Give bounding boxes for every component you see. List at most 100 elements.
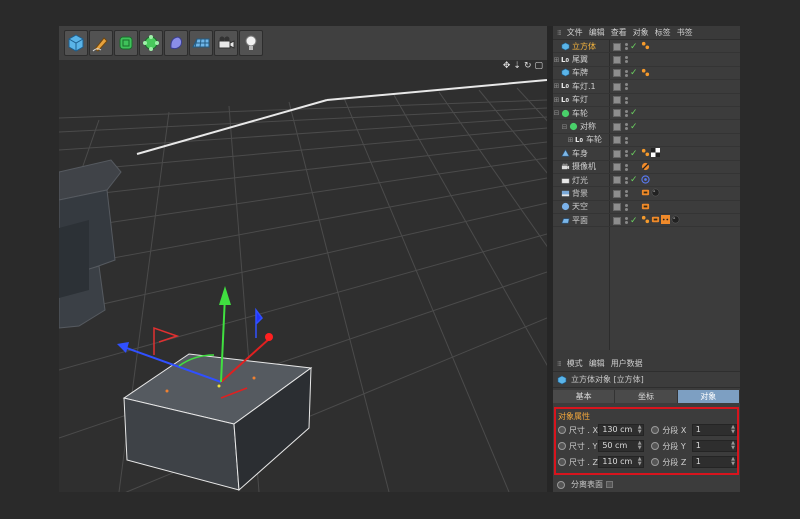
visibility-dots[interactable] [623,163,629,171]
seg-z-field[interactable]: 1 ▲ ▼ [691,456,737,468]
object-name[interactable]: 车灯 [572,94,610,105]
seg-x-anim-toggle[interactable] [651,426,660,434]
layer-checkbox[interactable] [613,176,621,185]
separate-checkbox[interactable] [606,481,613,488]
object-row[interactable]: ⊟ 车轮 ✓ [553,107,740,121]
rotate-view-icon[interactable]: ↻ [524,61,532,71]
pen-icon[interactable] [89,30,113,56]
expand-toggle-icon[interactable]: ⊟ [553,109,560,117]
menu-view[interactable]: 查看 [611,27,627,38]
object-row[interactable]: 背景 [553,187,740,201]
object-row[interactable]: 车牌 ✓ [553,67,740,81]
render-tag-icon[interactable] [641,202,650,213]
visibility-dots[interactable] [623,123,629,131]
render-tag-icon[interactable] [641,188,650,199]
enable-check-icon[interactable]: ✓ [630,175,639,185]
visibility-dots[interactable] [623,136,629,144]
separate-anim-toggle[interactable] [557,480,565,489]
enable-check-icon[interactable]: ✓ [630,68,639,78]
checker-tag-icon[interactable] [651,148,660,159]
object-row[interactable]: ⊟ 对称 ✓ [553,120,740,134]
camera-icon[interactable] [214,30,238,56]
menu-user-data[interactable]: 用户数据 [611,358,643,369]
enable-check-icon[interactable]: ✓ [630,149,639,159]
expand-toggle-icon[interactable]: ⊞ [553,56,560,64]
object-name[interactable]: 车牌 [572,67,610,78]
size-y-field[interactable]: 50 cm ▲ ▼ [598,440,644,452]
enable-check-icon[interactable]: ✓ [630,108,639,118]
layer-checkbox[interactable] [613,216,621,225]
enable-check-icon[interactable]: ✓ [630,122,639,132]
object-row[interactable]: ⊞ L0 车轮 [553,134,740,148]
layer-checkbox[interactable] [613,82,621,91]
grip-icon[interactable]: ⁞⁞⁞ [557,360,562,368]
visibility-dots[interactable] [623,109,629,117]
layer-checkbox[interactable] [613,69,621,78]
layer-checkbox[interactable] [613,122,621,131]
tab-basic[interactable]: 基本 [553,390,616,403]
expand-toggle-icon[interactable]: ⊞ [553,82,560,90]
seg-z-anim-toggle[interactable] [651,458,660,466]
sphere-dark-tag-icon[interactable] [651,188,660,199]
object-row[interactable]: ⊞ L0 车灯.1 [553,80,740,94]
menu-edit[interactable]: 编辑 [589,358,605,369]
menu-bookmarks[interactable]: 书签 [677,27,693,38]
floor-icon[interactable] [189,30,213,56]
layer-checkbox[interactable] [613,149,621,158]
move-view-icon[interactable]: ✥ [503,61,511,71]
tab-coord[interactable]: 坐标 [615,390,678,403]
size-z-field[interactable]: 110 cm ▲ ▼ [598,456,644,468]
cube-icon[interactable] [64,30,88,56]
object-row[interactable]: 平面 ✓ [553,214,740,228]
grip-icon[interactable]: ⁞⁞⁞ [557,29,562,37]
maximize-view-icon[interactable]: ▢ [534,61,543,71]
object-name[interactable]: 平面 [572,215,610,226]
object-row[interactable]: 摄像机 [553,161,740,174]
visibility-dots[interactable] [623,217,629,225]
object-name[interactable]: 尾翼 [572,54,610,65]
menu-mode[interactable]: 模式 [567,358,583,369]
object-name[interactable]: 立方体 [572,41,610,52]
layer-checkbox[interactable] [613,96,621,105]
object-row[interactable]: 立方体 ✓ [553,40,740,54]
object-name[interactable]: 摄像机 [572,161,610,172]
phong-tag-icon[interactable] [641,215,650,226]
visibility-dots[interactable] [623,56,629,64]
array-icon[interactable] [139,30,163,56]
object-row[interactable]: ⊞ L0 尾翼 [553,53,740,67]
tab-object[interactable]: 对象 [677,390,740,403]
object-row[interactable]: 车身 ✓ [553,147,740,161]
layer-checkbox[interactable] [613,109,621,118]
object-row[interactable]: 天空 [553,201,740,215]
visibility-dots[interactable] [623,69,629,77]
visibility-dots[interactable] [623,83,629,91]
size-x-field[interactable]: 130 cm ▲ ▼ [598,424,644,436]
size-z-anim-toggle[interactable] [558,458,566,466]
layer-checkbox[interactable] [613,55,621,64]
seg-y-anim-toggle[interactable] [651,442,660,450]
visibility-dots[interactable] [623,150,629,158]
object-name[interactable]: 天空 [572,201,610,212]
layer-checkbox[interactable] [613,189,621,198]
seg-y-field[interactable]: 1 ▲ ▼ [691,440,737,452]
object-name[interactable]: 车轮 [572,108,610,119]
light-icon[interactable] [239,30,263,56]
expand-toggle-icon[interactable]: ⊞ [553,96,560,104]
menu-tags[interactable]: 标签 [655,27,671,38]
phong-tag-icon[interactable] [641,41,650,52]
object-name[interactable]: 车灯.1 [572,81,610,92]
object-row[interactable]: 灯光 ✓ [553,174,740,188]
visibility-dots[interactable] [623,96,629,104]
enable-check-icon[interactable]: ✓ [630,42,639,52]
layer-checkbox[interactable] [613,163,621,172]
object-name[interactable]: 背景 [572,188,610,199]
visibility-dots[interactable] [623,176,629,184]
cube-object[interactable] [122,353,313,492]
stop-tag-icon[interactable] [641,162,650,173]
layer-checkbox[interactable] [613,42,621,51]
layer-checkbox[interactable] [613,136,621,145]
seg-x-field[interactable]: 1 ▲ ▼ [691,424,737,436]
dolly-view-icon[interactable]: ⇣ [513,61,521,71]
menu-objects[interactable]: 对象 [633,27,649,38]
visibility-dots[interactable] [623,190,629,198]
